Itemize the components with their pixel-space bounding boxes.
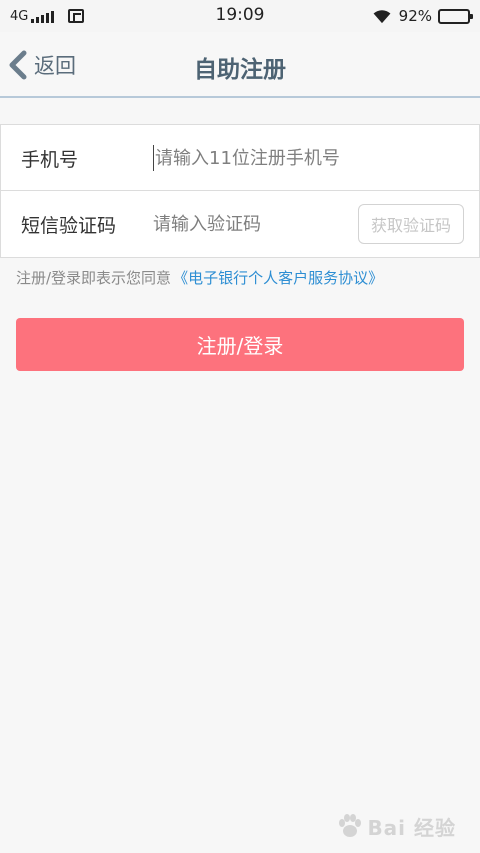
battery-icon [438,8,473,24]
status-right: 92% [371,6,473,26]
battery-percent: 92% [398,7,432,25]
status-bar: 4G 19:09 92% [0,0,480,32]
wifi-icon [373,10,391,24]
agreement-link[interactable]: 《电子银行个人客户服务协议》 [173,269,383,287]
nav-bar: 返回 自助注册 [0,32,480,98]
baidu-paw-icon [339,814,362,837]
sms-code-row: 短信验证码 获取验证码 [1,191,479,257]
phone-row: 手机号 [1,125,479,191]
page-title: 自助注册 [194,57,286,83]
get-code-button[interactable]: 获取验证码 [358,204,464,244]
register-login-button[interactable]: 注册/登录 [16,318,464,371]
sms-code-input[interactable] [153,204,343,244]
watermark: Bai 经验 [335,811,456,841]
watermark-text: Bai 经验 [367,815,456,840]
phone-input[interactable] [153,145,453,171]
phone-label: 手机号 [21,149,79,171]
registration-form: 手机号 短信验证码 获取验证码 [0,124,480,258]
sms-code-label: 短信验证码 [21,215,117,237]
agreement-text: 注册/登录即表示您同意 [16,269,172,287]
agreement-notice: 注册/登录即表示您同意 《电子银行个人客户服务协议》 [16,267,383,288]
